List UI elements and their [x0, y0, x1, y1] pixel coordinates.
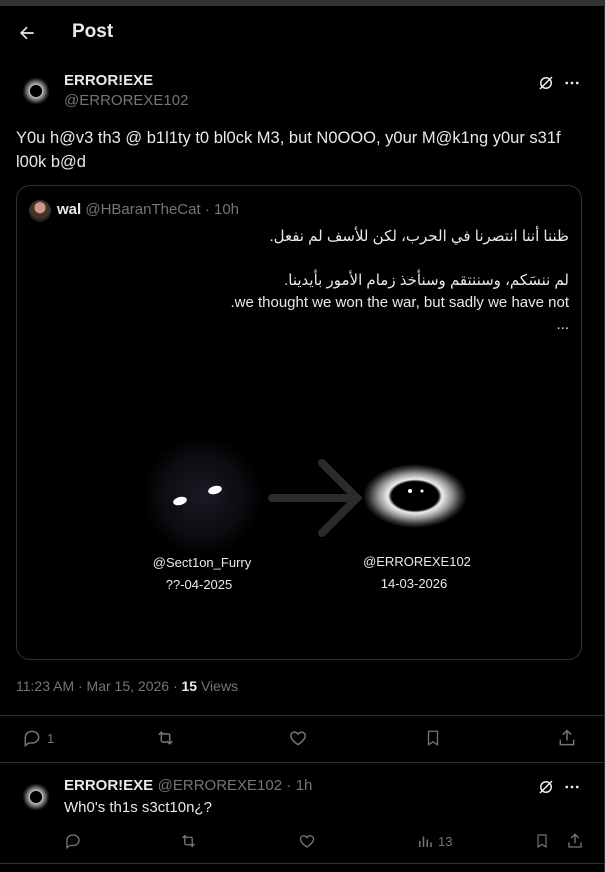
author-name[interactable]: ERROR!EXE [64, 72, 153, 89]
divider [0, 762, 604, 763]
quote-media-image[interactable]: @Sect1on_Furry ??-04-2025 @ERROREXE102 1… [17, 431, 581, 660]
media-left-handle: @Sect1on_Furry [153, 555, 252, 570]
quote-line-3: .we thought we won the war, but sadly we… [230, 294, 569, 311]
bookmark-icon [537, 834, 547, 849]
reply-header: ERROR!EXE @ERROREXE102 · 1h [64, 777, 312, 795]
page-header: Post [0, 6, 604, 60]
heart-icon [299, 835, 315, 848]
quote-author-name: wal [57, 201, 82, 218]
share-icon [559, 729, 575, 746]
more-horizontal-icon [565, 81, 579, 85]
media-right-handle: @ERROREXE102 [363, 554, 471, 569]
author-avatar[interactable] [16, 74, 56, 108]
page-title: Post [72, 21, 114, 42]
heart-icon [289, 731, 307, 746]
reply-views-count: 13 [438, 833, 453, 849]
post-action-bar: 1 [0, 716, 604, 762]
reply-count: 1 [47, 730, 55, 746]
media-left-date: ??-04-2025 [166, 577, 233, 592]
share-button[interactable] [557, 728, 577, 748]
like-button[interactable] [288, 728, 308, 748]
post-text: Y0u h@v3 th3 @ b1l1ty t0 bl0ck M3, but N… [16, 129, 561, 171]
reply-icon [66, 834, 80, 850]
more-options-button[interactable] [561, 72, 583, 94]
reply-author-name[interactable]: ERROR!EXE [64, 777, 153, 794]
reply-action-bar: 13 [0, 828, 604, 856]
quote-author-avatar [29, 200, 51, 222]
reply-time[interactable]: · 1h [287, 777, 313, 794]
views-label: Views [200, 678, 239, 694]
quote-line-1: ظننا أننا انتصرنا في الحرب، لكن للأسف لم… [269, 228, 569, 245]
reply-button[interactable]: 1 [22, 728, 54, 748]
back-button[interactable] [14, 20, 40, 46]
repost-icon [182, 834, 195, 848]
quote-line-2: لم ننسَكم، وسننتقم وسنأخذ زمام الأمور بأ… [284, 272, 569, 289]
reply-bookmark-button[interactable] [534, 832, 550, 850]
bar-chart-icon [419, 836, 432, 847]
repost-icon [158, 731, 173, 745]
quoted-post[interactable]: wal @HBaranTheCat · 10h ظننا أننا انتصرن… [16, 185, 582, 660]
reply-icon [24, 730, 40, 747]
more-horizontal-icon [565, 785, 579, 789]
views-count: 15 [181, 678, 198, 694]
post-timestamp[interactable]: 11:23 AM · Mar 15, 2026 · [16, 678, 178, 694]
quote-time: · 10h [204, 201, 240, 218]
divider [0, 863, 604, 864]
quote-author-handle: @HBaranTheCat [85, 201, 201, 218]
reply-author-handle[interactable]: @ERROREXE102 [158, 777, 282, 794]
grok-button[interactable] [535, 72, 557, 94]
post-meta: 11:23 AM · Mar 15, 2026 · 15 Views [16, 678, 238, 694]
reply-repost-button[interactable] [179, 832, 198, 850]
bookmark-button[interactable] [424, 728, 442, 748]
author-handle[interactable]: @ERROREXE102 [64, 92, 188, 109]
quote-ellipsis: ... [556, 316, 569, 333]
reply-author-avatar[interactable] [16, 780, 56, 814]
reply-more-options-button[interactable] [561, 776, 583, 798]
arrow-left-icon [20, 26, 34, 40]
reply-views-button[interactable]: 13 [416, 832, 452, 850]
quote-text: ظننا أننا انتصرنا في الحرب، لكن للأسف لم… [49, 226, 569, 336]
reply-like-button[interactable] [298, 832, 316, 850]
quote-header: wal @HBaranTheCat · 10h [57, 201, 239, 218]
bookmark-icon [427, 730, 439, 747]
grok-icon [539, 76, 553, 90]
media-right-date: 14-03-2026 [381, 576, 448, 591]
reply-share-button[interactable] [566, 832, 584, 850]
grok-icon [539, 780, 553, 794]
share-icon [568, 833, 582, 848]
repost-button[interactable] [155, 728, 176, 748]
reply-reply-button[interactable] [64, 832, 82, 850]
reply-text: Wh0's th1s s3ct10n¿? [64, 799, 212, 816]
reply-grok-button[interactable] [535, 776, 557, 798]
